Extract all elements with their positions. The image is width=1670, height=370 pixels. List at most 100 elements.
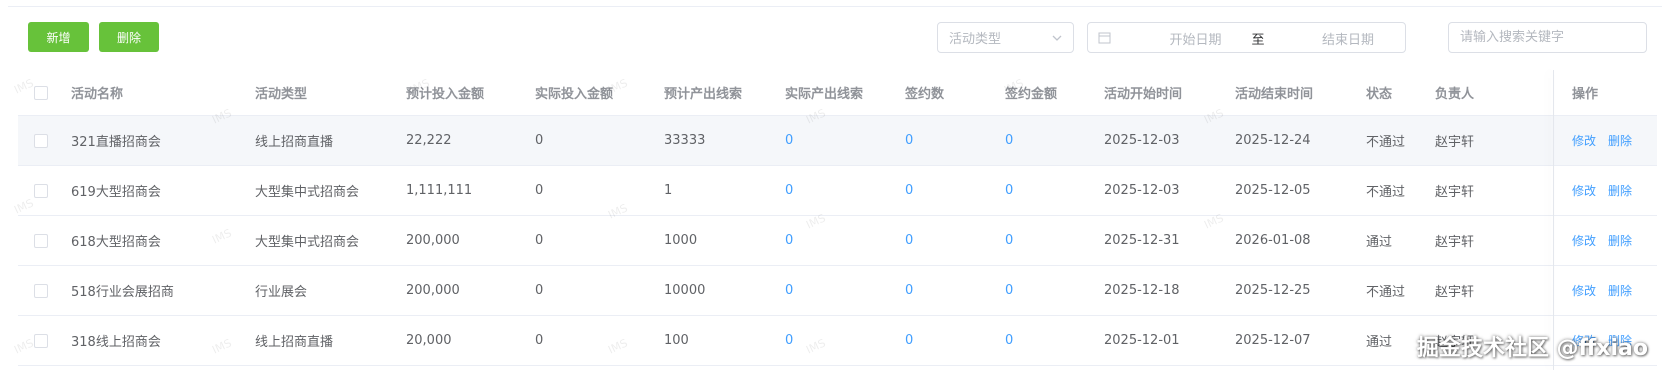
column-header-actual-leads: 实际产出线索	[785, 87, 864, 102]
column-header-activity-type: 活动类型	[255, 87, 308, 102]
cell-planned-leads: 1	[664, 183, 673, 198]
row-checkbox[interactable]	[34, 216, 48, 265]
edit-link[interactable]: 修改	[1572, 132, 1596, 149]
cell-contracts[interactable]: 0	[905, 316, 913, 365]
cell-owner: 赵宇轩	[1435, 285, 1475, 300]
cell-owner: 赵宇轩	[1435, 235, 1475, 250]
cell-start-time: 2025-12-03	[1104, 183, 1180, 198]
table-row[interactable]: 618大型招商会 大型集中式招商会 200,000 0 1000 0 0 0 2025-12-3…	[18, 216, 1657, 266]
cell-actual-leads[interactable]: 0	[785, 116, 793, 165]
fixed-column-divider	[1553, 70, 1554, 370]
cell-contracts[interactable]: 0	[905, 216, 913, 265]
row-actions: 修改 删除	[1572, 216, 1644, 265]
cell-activity-name: 618大型招商会	[71, 235, 161, 250]
date-range-picker[interactable]: 开始日期 至 结束日期	[1087, 22, 1406, 53]
row-checkbox[interactable]	[34, 166, 48, 215]
cell-contract-amount[interactable]: 0	[1005, 166, 1013, 215]
calendar-icon	[1098, 32, 1111, 44]
cell-contracts[interactable]: 0	[905, 166, 913, 215]
cell-contract-amount[interactable]: 0	[1005, 266, 1013, 315]
cell-planned-leads: 100	[664, 333, 689, 348]
table-header: 活动名称 活动类型 预计投入金额 实际投入金额 预计产出线索 实际产出线索 签约数 签约金额 活…	[18, 70, 1657, 116]
cell-actual-leads[interactable]: 0	[785, 266, 793, 315]
cell-end-time: 2025-12-25	[1235, 283, 1311, 298]
column-header-contracts: 签约数	[905, 87, 945, 102]
cell-planned-investment: 20,000	[406, 333, 452, 348]
cell-contracts[interactable]: 0	[905, 116, 913, 165]
cell-activity-name: 619大型招商会	[71, 185, 161, 200]
cell-status: 通过	[1366, 335, 1393, 350]
cell-end-time: 2025-12-05	[1235, 183, 1311, 198]
cell-status: 不通过	[1366, 135, 1406, 150]
cell-planned-investment: 1,111,111	[406, 183, 473, 198]
cell-planned-investment: 200,000	[406, 233, 460, 248]
edit-link[interactable]: 修改	[1572, 332, 1596, 349]
column-header-status: 状态	[1366, 87, 1393, 102]
cell-activity-type: 行业展会	[255, 285, 308, 300]
row-checkbox[interactable]	[34, 266, 48, 315]
delete-button[interactable]: 删除	[99, 22, 159, 52]
chevron-down-icon	[1052, 35, 1062, 41]
activity-type-placeholder: 活动类型	[949, 32, 1002, 47]
cell-owner: 赵宇轩	[1435, 185, 1475, 200]
cell-status: 不通过	[1366, 185, 1406, 200]
table-row[interactable]: 518行业会展招商 行业展会 200,000 0 10000 0 0 0 2025-12-18 2…	[18, 266, 1657, 316]
cell-start-time: 2025-12-01	[1104, 333, 1180, 348]
column-header-planned-investment: 预计投入金额	[406, 87, 485, 102]
delete-link[interactable]: 删除	[1608, 232, 1632, 249]
cell-start-time: 2025-12-31	[1104, 233, 1180, 248]
delete-link[interactable]: 删除	[1608, 182, 1632, 199]
cell-end-time: 2026-01-08	[1235, 233, 1311, 248]
cell-contract-amount[interactable]: 0	[1005, 116, 1013, 165]
table-row[interactable]: 321直播招商会 线上招商直播 22,222 0 33333 0 0 0 2025-12-03 2…	[18, 116, 1657, 166]
cell-actual-leads[interactable]: 0	[785, 316, 793, 365]
table-row[interactable]: 318线上招商会 线上招商直播 20,000 0 100 0 0 0 2025-12-01 202…	[18, 316, 1657, 366]
cell-planned-leads: 10000	[664, 283, 706, 298]
column-header-owner: 负责人	[1435, 87, 1475, 102]
cell-status: 不通过	[1366, 285, 1406, 300]
cell-owner: 赵宇轩	[1435, 335, 1475, 350]
cell-end-time: 2025-12-07	[1235, 333, 1311, 348]
cell-start-time: 2025-12-18	[1104, 283, 1180, 298]
edit-link[interactable]: 修改	[1572, 232, 1596, 249]
cell-contract-amount[interactable]: 0	[1005, 316, 1013, 365]
cell-planned-leads: 1000	[664, 233, 698, 248]
cell-status: 通过	[1366, 235, 1393, 250]
cell-activity-type: 大型集中式招商会	[255, 235, 360, 250]
edit-link[interactable]: 修改	[1572, 282, 1596, 299]
cell-planned-investment: 22,222	[406, 133, 452, 148]
row-actions: 修改 删除	[1572, 116, 1644, 165]
select-all-checkbox[interactable]	[34, 70, 48, 115]
cell-activity-type: 大型集中式招商会	[255, 185, 360, 200]
add-button[interactable]: 新增	[28, 22, 89, 52]
search-input[interactable]	[1448, 22, 1647, 53]
column-header-activity-name: 活动名称	[71, 87, 124, 102]
row-checkbox[interactable]	[34, 316, 48, 365]
edit-link[interactable]: 修改	[1572, 182, 1596, 199]
start-date-input[interactable]: 开始日期	[1148, 29, 1243, 48]
delete-link[interactable]: 删除	[1608, 332, 1632, 349]
column-header-planned-leads: 预计产出线索	[664, 87, 743, 102]
cell-actual-investment: 0	[535, 233, 544, 248]
cell-start-time: 2025-12-03	[1104, 133, 1180, 148]
activity-type-select[interactable]: 活动类型	[937, 22, 1074, 53]
delete-link[interactable]: 删除	[1608, 282, 1632, 299]
cell-actual-leads[interactable]: 0	[785, 166, 793, 215]
row-checkbox[interactable]	[34, 116, 48, 165]
content-top-border	[8, 6, 1662, 7]
cell-contract-amount[interactable]: 0	[1005, 216, 1013, 265]
activity-table: 活动名称 活动类型 预计投入金额 实际投入金额 预计产出线索 实际产出线索 签约数 签约金额 活…	[18, 70, 1657, 366]
cell-activity-type: 线上招商直播	[255, 335, 334, 350]
column-header-actions: 操作	[1572, 87, 1599, 102]
column-header-start-time: 活动开始时间	[1104, 87, 1183, 102]
cell-actual-investment: 0	[535, 283, 544, 298]
delete-link[interactable]: 删除	[1608, 132, 1632, 149]
table-row[interactable]: 619大型招商会 大型集中式招商会 1,111,111 0 1 0 0 0 2025-12-03…	[18, 166, 1657, 216]
cell-actual-investment: 0	[535, 333, 544, 348]
cell-activity-name: 321直播招商会	[71, 135, 161, 150]
end-date-input[interactable]: 结束日期	[1322, 29, 1382, 48]
row-actions: 修改 删除	[1572, 166, 1644, 215]
cell-actual-leads[interactable]: 0	[785, 216, 793, 265]
cell-contracts[interactable]: 0	[905, 266, 913, 315]
cell-activity-name: 318线上招商会	[71, 335, 161, 350]
